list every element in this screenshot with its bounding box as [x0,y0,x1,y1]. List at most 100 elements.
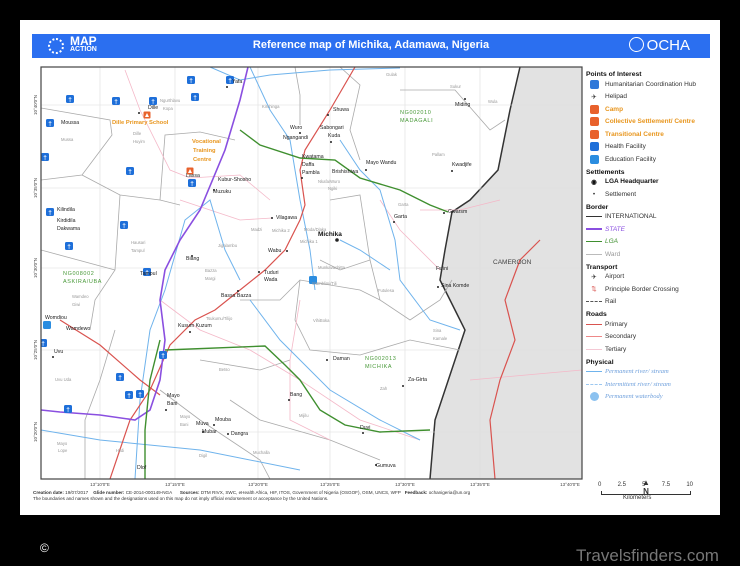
place-label: Centre [193,157,212,163]
settlement-dot [301,177,303,179]
place-label: Ngurthlavu [160,98,181,103]
place-label: Jigalambu [218,243,238,248]
place-label: Kuda [328,133,340,139]
watermark: Travelsfinders.com [576,546,719,565]
place-label: Mijilu [299,413,309,418]
health-facility-icon[interactable]: † [64,405,72,414]
place-label: Muva [196,421,209,427]
health-facility-icon[interactable]: † [120,221,128,230]
place-label: Brishishiwa [332,169,358,175]
place-label: VihiBoka [313,318,330,323]
place-label: Kubur-Shosho [218,177,251,183]
legend-poi-title: Points of Interest [586,71,642,78]
latitude-label: 10°40'0"N [33,95,38,115]
place-label: Bassa Bazza [221,293,251,299]
settlement-dot [330,141,332,143]
legend-item: Collective Settlement/ Centre [586,116,716,129]
health-facility-icon[interactable]: † [39,339,47,348]
settlement-dot [443,212,445,214]
settlement-dot [286,250,288,252]
svg-text:†: † [43,155,47,162]
legend-item: Health Facility [586,141,716,154]
settlement-dot [451,170,453,172]
latitude-label: 10°35'0"N [33,178,38,198]
map-footer: Creation date: 19/07/2017 Glide number: … [33,490,471,501]
health-facility-icon[interactable]: † [125,391,133,400]
place-label: Hildi [116,448,124,453]
settlement-dot [189,331,191,333]
place-label: Dlof [137,465,147,471]
education-facility-icon [589,154,599,164]
airport-icon: ✈ [591,273,597,281]
place-label: Bani [180,422,188,427]
place-label: Training [193,148,216,154]
place-label: Mayo Wandu [366,160,396,166]
place-label: Michika 1 [300,239,318,244]
place-label: NG002010 [400,110,431,116]
place-label: Gulak [386,72,398,77]
settlement-dot [464,98,466,100]
settlement-dot [258,271,260,273]
place-label: Michika [318,231,342,238]
health-facility-icon[interactable]: † [191,93,199,102]
health-facility-icon[interactable]: † [46,208,54,217]
svg-text:†: † [138,392,142,399]
health-facility-icon[interactable]: † [41,153,49,162]
legend-item: Camp [586,103,716,116]
place-label: Futulesa [378,288,395,293]
legend-item: Transitional Centre [586,128,716,141]
longitude-label: 13°20'0"E [248,482,268,487]
svg-text:†: † [161,353,165,360]
camp-icon[interactable] [143,111,151,119]
transitional-centre-icon [589,129,599,139]
place-label: CAMEROON [493,259,532,266]
longitude-label: 13°40'0"E [560,482,580,487]
place-label: Bang [290,392,302,398]
place-label: Dangra [231,431,248,437]
health-facility-icon [589,142,599,152]
health-facility-icon[interactable]: † [65,242,73,251]
health-facility-icon[interactable]: † [159,351,167,360]
place-label: Wamblimi/Tili [312,281,337,286]
place-label: Mubar [202,429,217,435]
education-facility-icon[interactable] [43,321,51,329]
svg-text:†: † [66,407,70,414]
settlement-dot [335,238,339,242]
place-label: Dille Primary School [112,120,169,126]
place-label: Kwadjife [452,162,472,168]
place-label: Sukur [450,84,462,89]
health-facility-icon[interactable]: † [66,95,74,104]
health-facility-icon[interactable]: † [112,97,120,106]
place-label: NG002013 [365,356,396,362]
health-facility-icon[interactable]: † [188,179,196,188]
place-label: Betso [219,367,230,372]
health-facility-icon[interactable]: † [126,167,134,176]
place-label: Giwi [72,302,80,307]
longitude-label: 13°35'0"E [470,482,490,487]
health-facility-icon[interactable]: † [116,373,124,382]
settlement-dot [326,359,328,361]
place-label: Michika 2 [272,228,290,233]
settlement-dot [213,424,215,426]
place-label: ASKIRA/UBA [63,279,102,285]
place-label: Mussa [61,137,74,142]
place-label: Kamale [433,336,448,341]
place-label: Munkavachitta [318,265,346,270]
svg-text:†: † [48,210,52,217]
health-facility-icon[interactable]: † [187,76,195,85]
border-crossing-icon: ⇅ [591,286,597,294]
place-label: Tuduri [264,270,279,276]
place-label: Wamdewo [66,326,90,332]
latitude-label: 10°30'0"N [33,258,38,278]
place-label: Lope [58,448,68,453]
svg-text:†: † [67,244,71,251]
health-facility-icon[interactable]: † [136,390,144,399]
settlement-dot [362,432,364,434]
place-label: Muchalla [253,450,270,455]
place-label: Wamdeo [72,294,89,299]
health-facility-icon[interactable]: † [46,119,54,128]
place-label: Uvu Uda [55,377,72,382]
svg-text:†: † [190,181,194,188]
place-label: Uvu [54,349,63,355]
settlement-dot [226,86,228,88]
